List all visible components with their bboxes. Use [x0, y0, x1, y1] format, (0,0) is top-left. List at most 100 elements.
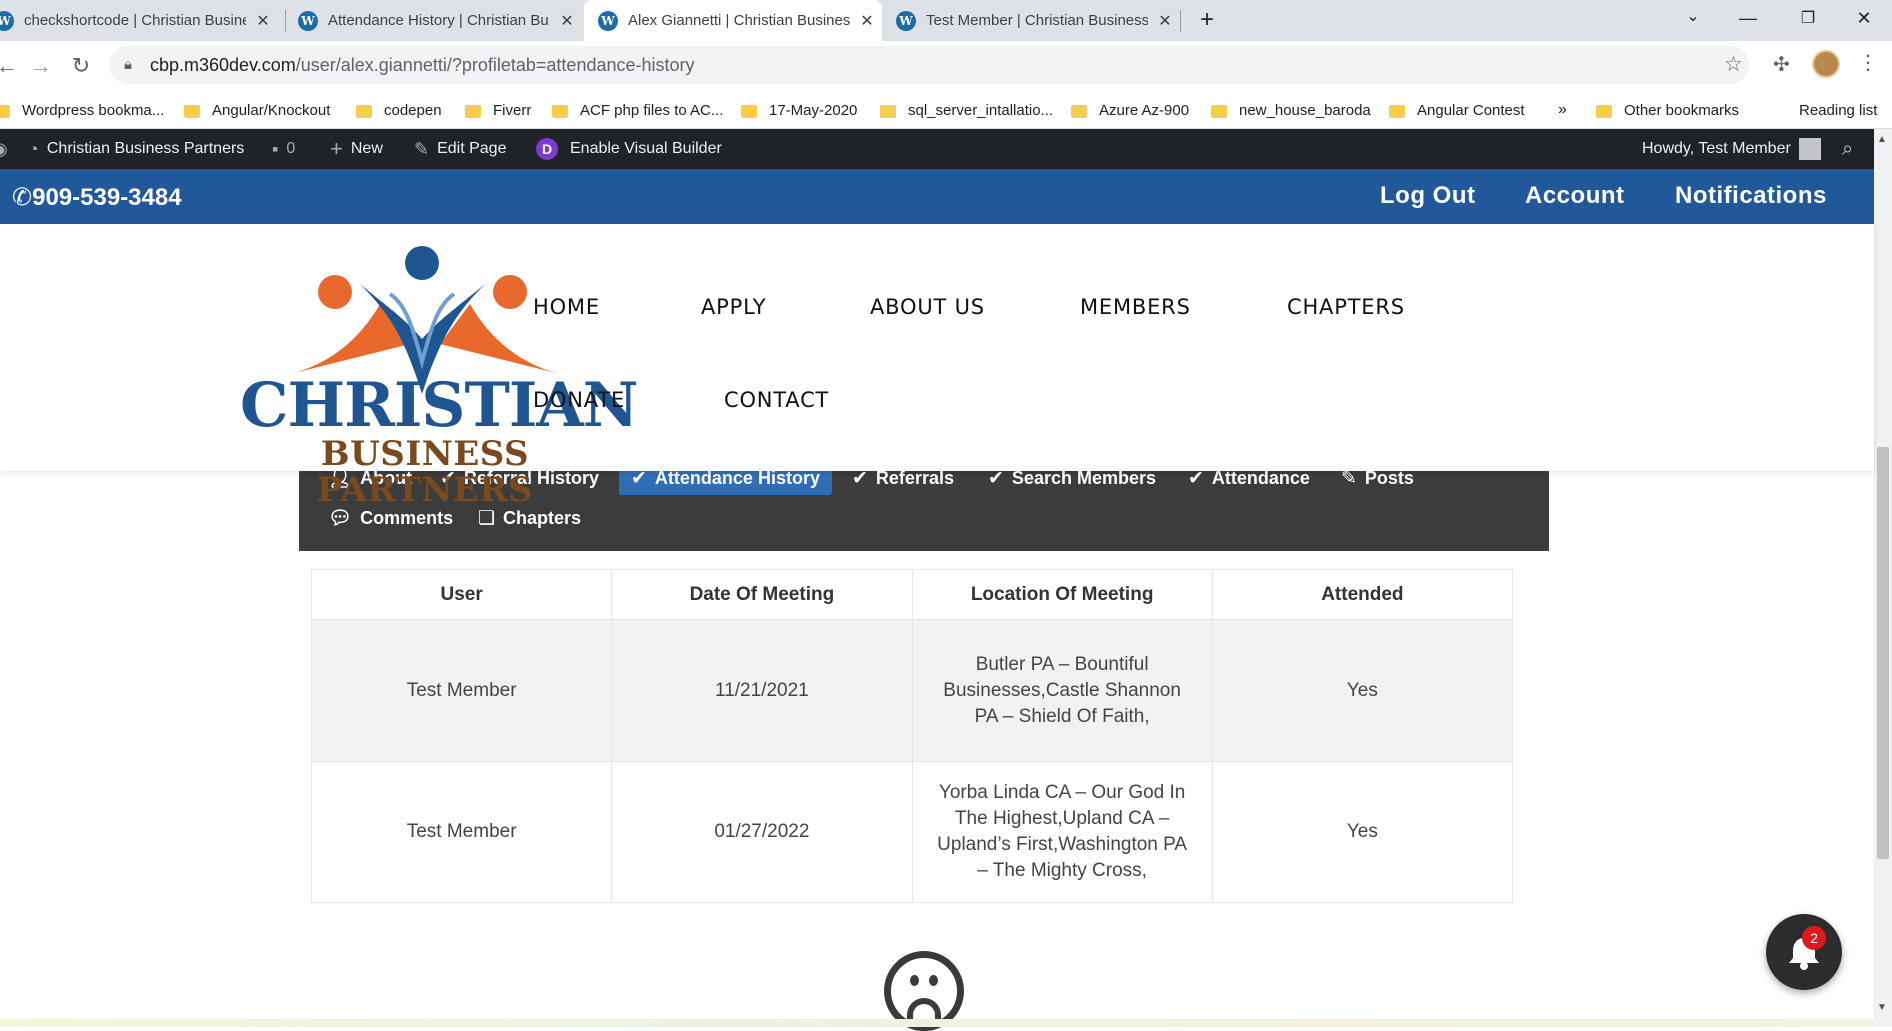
close-icon[interactable]: ✕ — [254, 11, 272, 31]
scrollbar-thumb[interactable] — [1877, 447, 1889, 859]
bookmark-folder[interactable]: Fiverr — [465, 91, 531, 129]
folder-icon — [1596, 104, 1612, 118]
account-link[interactable]: Account — [1525, 182, 1625, 210]
notification-bell-button[interactable] — [1766, 914, 1842, 990]
column-header-location: Location Of Meeting — [911, 569, 1213, 620]
close-icon[interactable]: ✕ — [558, 11, 576, 31]
tab-label: Chapters — [503, 507, 582, 528]
url-host: cbp.m360dev.com — [150, 55, 296, 75]
avatar — [1798, 138, 1821, 160]
other-bookmarks[interactable]: Other bookmarks — [1596, 91, 1739, 129]
column-header-date: Date Of Meeting — [611, 569, 913, 620]
reading-list[interactable]: Reading list — [1799, 91, 1877, 129]
cell-attended: Yes — [1211, 761, 1514, 903]
tab-search-chevron-icon[interactable]: ⌄ — [1678, 6, 1708, 26]
bookmark-folder[interactable]: ACF php files to AC... — [552, 91, 723, 129]
site-header: CHRISTIAN BUSINESS PARTNERS HOME APPLY A… — [0, 224, 1874, 508]
tab-title: Alex Giannetti | Christian Busines — [628, 12, 850, 29]
bookmark-folder[interactable]: new_house_baroda — [1211, 91, 1371, 129]
column-header-attended: Attended — [1211, 569, 1514, 620]
new-content-link[interactable]: + New — [330, 129, 383, 169]
bookmark-folder[interactable]: 17-May-2020 — [741, 91, 857, 129]
bookmark-folder[interactable]: codepen — [356, 91, 442, 129]
browser-toolbar: ← → ↻ 🔒︎ cbp.m360dev.com/user/alex.giann… — [0, 41, 1892, 91]
attendance-history-table: User Date Of Meeting Location Of Meeting… — [310, 569, 1514, 903]
new-tab-button[interactable]: + — [1192, 6, 1222, 34]
menu-kebab-icon[interactable]: ⋮ — [1858, 50, 1878, 75]
cell-attended: Yes — [1211, 619, 1514, 762]
browser-tab[interactable]: W checkshortcode | Christian Busine ✕ — [0, 0, 280, 41]
bookmark-folder[interactable]: Angular Contest — [1389, 91, 1525, 129]
restore-button[interactable]: ❐ — [1793, 8, 1823, 28]
folder-icon — [1389, 104, 1405, 118]
close-window-button[interactable]: ✕ — [1849, 8, 1879, 29]
comments-count: 0 — [286, 140, 296, 157]
site-logo[interactable]: CHRISTIAN BUSINESS PARTNERS — [240, 244, 638, 508]
nav-apply[interactable]: APPLY — [701, 295, 766, 319]
bookmark-label: Wordpress bookma... — [22, 101, 165, 119]
url-text[interactable]: cbp.m360dev.com/user/alex.giannetti/?pro… — [150, 55, 695, 76]
nav-contact[interactable]: CONTACT — [724, 388, 829, 412]
bookmark-folder[interactable]: sql_server_intallatio... — [880, 91, 1053, 129]
sad-face-mouth — [907, 998, 941, 1020]
lock-icon[interactable]: 🔒︎ — [124, 56, 132, 73]
bookmark-folder[interactable]: Angular/Knockout — [184, 91, 330, 129]
wordpress-icon: W — [0, 10, 14, 31]
browser-tab-active[interactable]: W Alex Giannetti | Christian Busines ✕ — [584, 0, 882, 41]
nav-donate[interactable]: DONATE — [533, 388, 625, 412]
close-icon[interactable]: ✕ — [1156, 11, 1174, 31]
my-account-link[interactable]: Howdy, Test Member — [1642, 129, 1821, 169]
tab-title: checkshortcode | Christian Busine — [24, 12, 246, 29]
edit-page-link[interactable]: ✎ Edit Page — [414, 129, 506, 169]
site-name-label: Christian Business Partners — [46, 140, 245, 157]
bookmark-label: Angular/Knockout — [212, 101, 331, 119]
nav-members[interactable]: MEMBERS — [1080, 295, 1191, 319]
bookmark-label: ACF php files to AC... — [580, 101, 724, 119]
folder-icon — [184, 104, 200, 118]
search-icon[interactable]: ⌕ — [1842, 129, 1853, 169]
bookmark-folder[interactable]: Azure Az-900 — [1071, 91, 1189, 129]
bookmarks-bar: Wordpress bookma... Angular/Knockout cod… — [0, 91, 1892, 210]
comments-link[interactable]: ▪ 0 — [272, 129, 295, 169]
site-top-bar: ✆909-539-3484 Log Out Account Notificati… — [0, 169, 1874, 224]
bookmark-star-icon[interactable]: ☆ — [1724, 52, 1743, 77]
tab-separator — [285, 10, 286, 32]
notification-count-badge: 2 — [1802, 926, 1826, 950]
site-name-link[interactable]: ◔ Christian Business Partners — [28, 129, 244, 169]
forward-arrow-icon[interactable]: → — [28, 53, 54, 79]
plus-icon: + — [330, 136, 343, 161]
bookmark-label: 17-May-2020 — [769, 101, 858, 119]
logo-tagline: BUSINESS PARTNERS — [316, 434, 534, 510]
minimize-button[interactable]: — — [1733, 8, 1763, 29]
bookmark-label: Azure Az-900 — [1099, 101, 1190, 119]
edit-label: Edit Page — [437, 140, 507, 157]
bookmark-folder[interactable]: Wordpress bookma... — [0, 91, 164, 129]
page-footer-strip — [0, 1019, 1874, 1027]
nav-chapters[interactable]: CHAPTERS — [1287, 295, 1405, 319]
extensions-icon[interactable]: ✣ — [1773, 52, 1790, 77]
logout-link[interactable]: Log Out — [1380, 182, 1475, 210]
browser-tab-strip: W checkshortcode | Christian Busine ✕ W … — [0, 0, 1892, 41]
tab-separator — [1180, 10, 1181, 32]
scroll-down-arrow-icon[interactable]: ▼ — [1877, 1002, 1887, 1013]
profile-avatar[interactable] — [1812, 50, 1840, 78]
notifications-link[interactable]: Notifications — [1675, 182, 1827, 210]
nav-about-us[interactable]: ABOUT US — [870, 295, 985, 319]
wordpress-icon: W — [298, 10, 318, 31]
phone-number[interactable]: ✆909-539-3484 — [12, 183, 182, 212]
browser-tab[interactable]: W Test Member | Christian Business ✕ — [896, 0, 1180, 41]
nav-home[interactable]: HOME — [533, 295, 600, 319]
back-arrow-icon[interactable]: ← — [0, 53, 20, 79]
wordpress-logo-icon[interactable]: ◉ — [0, 129, 16, 169]
bookmark-label: Fiverr — [493, 101, 532, 119]
close-icon[interactable]: ✕ — [858, 11, 876, 31]
scroll-up-arrow-icon[interactable]: ▲ — [1877, 134, 1887, 145]
bookmarks-overflow-button[interactable]: » — [1558, 91, 1567, 129]
browser-tab[interactable]: W Attendance History | Christian Bu ✕ — [298, 0, 583, 41]
bookmark-label: Angular Contest — [1417, 101, 1525, 119]
visual-builder-link[interactable]: D Enable Visual Builder — [536, 129, 722, 169]
dashboard-icon: ◔ — [28, 138, 39, 159]
reload-icon[interactable]: ↻ — [68, 53, 94, 79]
phone-icon: ✆ — [12, 184, 33, 211]
howdy-label: Howdy, Test Member — [1642, 140, 1791, 157]
